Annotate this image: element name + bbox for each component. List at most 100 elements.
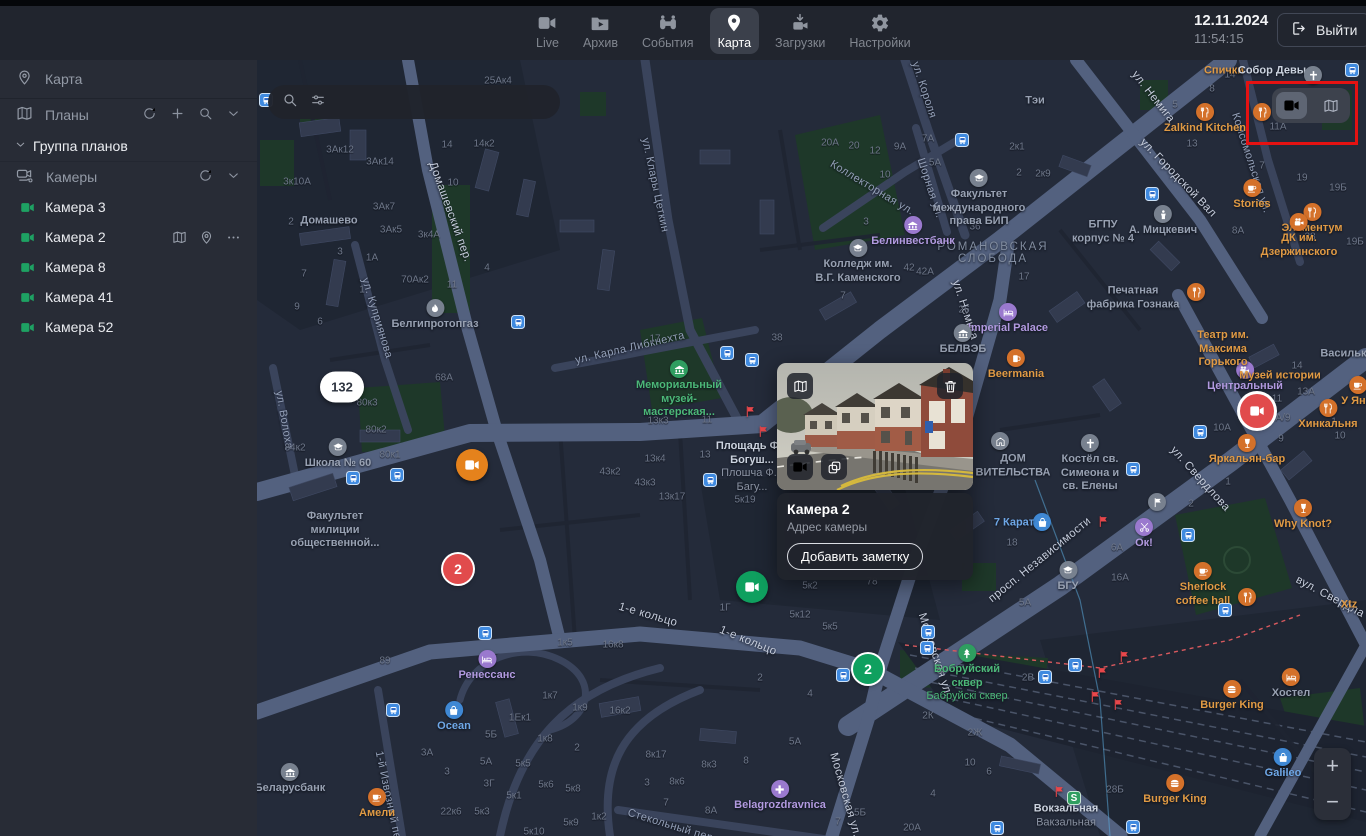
camera-marker[interactable] (736, 571, 768, 603)
poi-label: БГУ (1058, 561, 1079, 593)
house-number: 20А (821, 138, 839, 149)
events-icon (658, 13, 678, 33)
camera-marker[interactable] (456, 449, 488, 481)
house-number: 13 (699, 450, 710, 461)
current-date: 12.11.2024 (1194, 12, 1268, 31)
poi-label (991, 432, 1009, 450)
house-number: 19Б (1346, 237, 1364, 248)
house-number: 84к2 (284, 443, 305, 454)
poi-label: 7 Карат (994, 517, 1034, 529)
toggle-map-view-button[interactable] (1315, 92, 1346, 119)
show-on-plan-icon[interactable] (172, 230, 187, 245)
search-icon[interactable] (198, 106, 213, 124)
house-number: 19Б (1329, 183, 1347, 194)
sidebar-item-plan-group[interactable]: Группа планов (0, 130, 257, 161)
camera-icon (20, 200, 35, 215)
poi-label: БобруйскийскверБабруйскі сквер (926, 644, 1007, 703)
house-number: 14 (441, 140, 452, 151)
popup-delete-button[interactable] (937, 373, 963, 399)
transit-stop-icon (1193, 425, 1207, 439)
chevron-down-icon[interactable] (226, 106, 241, 124)
camera-item-label: Камера 2 (45, 229, 162, 245)
transit-stop-icon (921, 625, 935, 639)
transit-stop-icon (745, 353, 759, 367)
camera-count-marker[interactable]: 2 (443, 554, 473, 584)
grad-icon (970, 169, 988, 187)
bank-icon (954, 324, 972, 342)
camera-cluster-marker[interactable]: 132 (320, 372, 364, 403)
map-search-bar[interactable] (268, 85, 560, 119)
bank-icon (904, 216, 922, 234)
sidebar-item-plans[interactable]: Планы (0, 99, 257, 130)
house-number: 3Ак14 (366, 157, 394, 168)
search-icon (282, 92, 298, 113)
toggle-camera-view-button[interactable] (1276, 92, 1307, 119)
popup-map-button[interactable] (787, 373, 813, 399)
nav-item-settings[interactable]: Настройки (841, 8, 918, 54)
add-note-button[interactable]: Добавить заметку (787, 543, 923, 570)
transit-stop-icon (390, 468, 404, 482)
sidebar-camera-item[interactable]: Камера 41 (0, 282, 257, 312)
zoom-out-button[interactable]: − (1314, 784, 1351, 820)
camera-count-marker[interactable]: 2 (853, 654, 883, 684)
house-number: 9 (294, 302, 300, 313)
sidebar-camera-item[interactable]: Камера 2 (0, 222, 257, 252)
bed-icon (478, 650, 496, 668)
poi-label: Xtz (1341, 599, 1358, 611)
house-number: 13 (1186, 139, 1197, 150)
nav-item-label: Настройки (849, 36, 910, 50)
nav-item-live[interactable]: Live (528, 8, 567, 54)
house-number: 5к19 (734, 495, 755, 506)
refresh-icon[interactable] (142, 106, 157, 124)
sidebar-camera-item[interactable]: Камера 8 (0, 252, 257, 282)
popup-live-view-button[interactable] (787, 454, 813, 480)
house-number: 13к17 (659, 492, 686, 503)
house-number: 7А (922, 134, 934, 145)
house-number: 10А (1213, 423, 1231, 434)
house-number: 2В (1022, 673, 1034, 684)
show-on-map-pin-icon[interactable] (199, 230, 214, 245)
sidebar-camera-item[interactable]: Камера 3 (0, 192, 257, 222)
popup-copy-button[interactable] (821, 454, 847, 480)
sidebar-camera-item[interactable]: Камера 52 (0, 312, 257, 342)
nav-item-map[interactable]: Карта (710, 8, 759, 54)
poi-label: Belagrozdravnica (734, 780, 826, 812)
chevron-down-icon[interactable] (226, 168, 241, 186)
house-number: 13А (1297, 387, 1315, 398)
sidebar-item-map[interactable]: Карта (0, 60, 257, 99)
nav-item-events[interactable]: События (634, 8, 702, 54)
more-options-icon[interactable] (226, 230, 241, 245)
nav-item-downloads[interactable]: Загрузки (767, 8, 833, 54)
house-number: 5Б (854, 808, 866, 819)
cup-icon (368, 788, 386, 806)
map-canvas[interactable]: Домашевский пер.ул. Клары Цеткинул. Карл… (257, 60, 1366, 836)
zoom-in-button[interactable]: + (1314, 748, 1351, 784)
house-number: 38 (771, 333, 782, 344)
house-number: 43к3 (634, 478, 655, 489)
house-number: 22к6 (440, 807, 461, 818)
poi-label: А. Мицкевич (1129, 205, 1197, 237)
poi-label (1187, 283, 1205, 301)
nav-item-archive[interactable]: Архив (575, 8, 626, 54)
poi-label: Школа № 60 (305, 438, 372, 470)
search-input[interactable] (338, 95, 546, 110)
app-window: LiveАрхивСобытияКартаЗагрузкиНастройки 1… (0, 0, 1366, 836)
camera-marker[interactable] (1240, 394, 1274, 428)
nav-item-label: Live (536, 36, 559, 50)
logout-button[interactable]: Выйти (1277, 13, 1366, 47)
sidebar-item-cameras[interactable]: Камеры (0, 161, 257, 192)
transit-stop-icon (920, 641, 934, 655)
nav-item-label: Загрузки (775, 36, 825, 50)
refresh-icon[interactable] (198, 168, 213, 186)
house-number: 4 (930, 789, 936, 800)
cameras-header-label: Камеры (46, 169, 186, 185)
house-number: 20А (903, 823, 921, 834)
poi-label: Burger King (1143, 774, 1207, 806)
filter-sliders-icon[interactable] (310, 92, 326, 113)
house-number: 3Ак5 (380, 225, 402, 236)
house-number: 43к2 (599, 467, 620, 478)
house-number: 8А (1232, 226, 1244, 237)
add-plan-icon[interactable] (170, 106, 185, 124)
transit-stop-icon (955, 133, 969, 147)
cameras-group-icon (16, 167, 34, 188)
